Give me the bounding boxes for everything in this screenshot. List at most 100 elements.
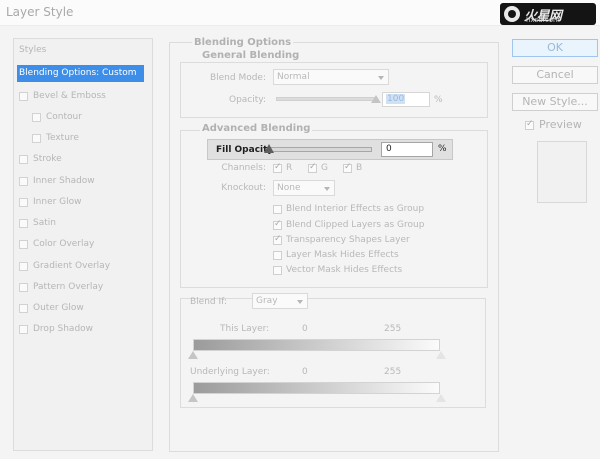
underlying-layer-gradient <box>193 382 440 394</box>
fill-opacity-input[interactable]: 0 <box>381 142 433 157</box>
blend-mode-label: Blend Mode: <box>209 73 266 83</box>
underlying-layer-label: Underlying Layer: <box>190 367 270 377</box>
this-layer-label: This Layer: <box>220 324 270 334</box>
opacity-value: 100 <box>386 94 406 104</box>
channel-g-label: G <box>321 163 328 173</box>
knockout-value: None <box>277 183 301 193</box>
chevron-down-icon <box>297 300 303 304</box>
style-item-inner-glow[interactable]: Inner Glow <box>14 193 152 213</box>
style-item-label: Outer Glow <box>33 303 84 313</box>
this-layer-max: 255 <box>384 324 402 334</box>
inner-glow-checkbox[interactable] <box>19 198 28 207</box>
style-item-gradient-overlay[interactable]: Gradient Overlay <box>14 257 152 277</box>
styles-panel: Styles Blending Options: Custom Bevel & … <box>13 38 153 451</box>
drop-shadow-checkbox[interactable] <box>19 325 28 334</box>
texture-checkbox[interactable] <box>32 134 41 143</box>
inner-shadow-checkbox[interactable] <box>19 177 28 186</box>
blend-mode-value: Normal <box>277 72 310 82</box>
blend-clipped-layers-label: Blend Clipped Layers as Group <box>286 220 425 230</box>
this-layer-min: 0 <box>302 324 308 334</box>
style-item-bevel-emboss[interactable]: Bevel & Emboss <box>14 87 152 107</box>
style-item-label: Satin <box>33 218 56 228</box>
watermark-domain: hxsd.com <box>526 16 560 24</box>
flame-icon <box>504 6 520 22</box>
layer-mask-hides-label: Layer Mask Hides Effects <box>286 250 399 260</box>
channels-label: Channels: <box>221 163 266 173</box>
advanced-blending-title: Advanced Blending <box>200 123 313 134</box>
this-layer-gradient <box>193 339 440 351</box>
style-item-blending-options[interactable]: Blending Options: Custom <box>17 65 144 82</box>
style-item-contour[interactable]: Contour <box>14 108 152 128</box>
this-layer-black-thumb[interactable] <box>188 351 198 359</box>
title-bar: Layer Style 火星网 hxsd.com <box>0 0 600 26</box>
window-title: Layer Style <box>6 5 74 19</box>
fill-opacity-slider-thumb[interactable] <box>264 144 274 153</box>
gradient-overlay-checkbox[interactable] <box>19 262 28 271</box>
style-item-label: Contour <box>46 112 82 122</box>
fill-opacity-value: 0 <box>386 144 392 154</box>
style-item-label: Texture <box>46 133 79 143</box>
channel-r-checkbox[interactable] <box>273 162 282 173</box>
blend-mode-select[interactable]: Normal <box>273 69 389 85</box>
channel-r-label: R <box>286 163 293 173</box>
style-item-texture[interactable]: Texture <box>14 129 152 149</box>
this-layer-white-thumb[interactable] <box>436 351 446 359</box>
blend-if-label: Blend If: <box>190 297 228 307</box>
pattern-overlay-checkbox[interactable] <box>19 283 28 292</box>
chevron-down-icon <box>378 76 384 80</box>
styles-header[interactable]: Styles <box>19 45 46 55</box>
blend-interior-effects-label: Blend Interior Effects as Group <box>286 204 425 214</box>
transparency-shapes-label: Transparency Shapes Layer <box>286 235 410 245</box>
knockout-select[interactable]: None <box>273 180 335 196</box>
satin-checkbox[interactable] <box>19 219 28 228</box>
opacity-slider-track[interactable] <box>276 97 376 101</box>
style-item-satin[interactable]: Satin <box>14 214 152 234</box>
outer-glow-checkbox[interactable] <box>19 304 28 313</box>
underlying-layer-min: 0 <box>302 367 308 377</box>
style-item-color-overlay[interactable]: Color Overlay <box>14 235 152 255</box>
blend-if-value: Gray <box>256 296 278 306</box>
channel-g-checkbox[interactable] <box>308 162 317 173</box>
style-item-label: Bevel & Emboss <box>33 91 106 101</box>
fill-opacity-slider-track[interactable] <box>268 147 372 152</box>
style-item-inner-shadow[interactable]: Inner Shadow <box>14 172 152 192</box>
underlying-layer-black-thumb[interactable] <box>188 394 198 402</box>
style-item-label: Inner Glow <box>33 197 82 207</box>
preview-checkbox[interactable] <box>525 119 534 130</box>
chevron-down-icon <box>324 187 330 191</box>
fill-opacity-percent: % <box>438 144 447 154</box>
bevel-emboss-checkbox[interactable] <box>19 92 28 101</box>
color-overlay-checkbox[interactable] <box>19 240 28 249</box>
layer-mask-hides-checkbox[interactable] <box>273 251 282 260</box>
new-style-button[interactable]: New Style... <box>512 93 598 111</box>
style-item-label: Blending Options: Custom <box>19 68 137 78</box>
blend-interior-effects-checkbox[interactable] <box>273 205 282 214</box>
style-item-label: Stroke <box>33 154 62 164</box>
style-item-pattern-overlay[interactable]: Pattern Overlay <box>14 278 152 298</box>
vector-mask-hides-label: Vector Mask Hides Effects <box>286 265 403 275</box>
contour-checkbox[interactable] <box>32 113 41 122</box>
underlying-layer-max: 255 <box>384 367 402 377</box>
transparency-shapes-checkbox[interactable] <box>273 234 282 245</box>
style-item-drop-shadow[interactable]: Drop Shadow <box>14 320 152 340</box>
stroke-checkbox[interactable] <box>19 155 28 164</box>
blend-if-select[interactable]: Gray <box>252 293 308 309</box>
channel-b-checkbox[interactable] <box>343 162 352 173</box>
preview-swatch <box>537 141 587 203</box>
style-item-stroke[interactable]: Stroke <box>14 150 152 170</box>
preview-label: Preview <box>539 118 582 131</box>
ok-button[interactable]: OK <box>512 39 598 57</box>
style-item-outer-glow[interactable]: Outer Glow <box>14 299 152 319</box>
style-item-label: Color Overlay <box>33 239 95 249</box>
style-item-label: Inner Shadow <box>33 176 95 186</box>
knockout-label: Knockout: <box>221 183 266 193</box>
fill-opacity-row: Fill Opacity: 0 % <box>207 139 453 160</box>
underlying-layer-white-thumb[interactable] <box>436 394 446 402</box>
vector-mask-hides-checkbox[interactable] <box>273 266 282 275</box>
opacity-input[interactable]: 100 <box>382 92 430 107</box>
opacity-slider-thumb[interactable] <box>371 95 381 103</box>
blend-clipped-layers-checkbox[interactable] <box>273 219 282 230</box>
style-item-label: Drop Shadow <box>33 324 94 334</box>
opacity-label: Opacity: <box>229 95 266 105</box>
cancel-button[interactable]: Cancel <box>512 66 598 84</box>
